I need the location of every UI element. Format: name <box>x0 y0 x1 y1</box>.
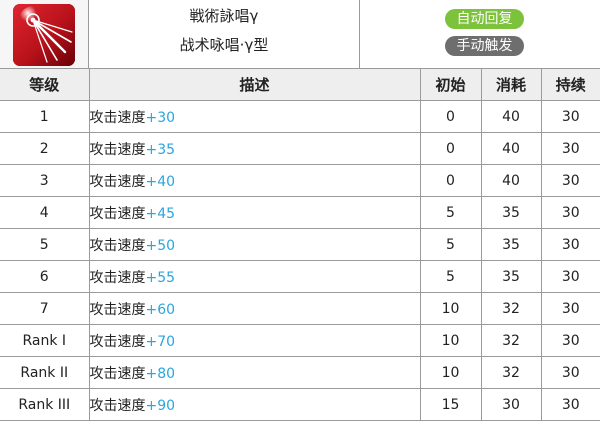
skill-icon-cell <box>0 0 89 68</box>
cost-cell: 32 <box>480 356 542 389</box>
description-cell: 攻击速度+60 <box>88 292 421 325</box>
table-row: 6 攻击速度+55 5 35 30 <box>0 260 600 293</box>
cost-cell: 35 <box>480 260 542 293</box>
initial-cell: 10 <box>419 324 482 357</box>
initial-cell: 5 <box>419 196 482 229</box>
initial-cell: 5 <box>419 228 482 261</box>
skill-name-cell: 戦術詠唱γ 战术咏唱·γ型 <box>89 0 360 68</box>
description-cell: 攻击速度+50 <box>88 228 421 261</box>
description-cell: 攻击速度+80 <box>88 356 421 389</box>
level-cell: Rank III <box>0 388 90 421</box>
skill-level-table: 等级 描述 初始 消耗 持续 1 攻击速度+30 0 40 30 2 攻击速度+… <box>0 68 600 421</box>
recovery-type-badge: 自动回复 <box>445 9 524 29</box>
table-header-row: 等级 描述 初始 消耗 持续 <box>0 68 600 101</box>
initial-cell: 5 <box>419 260 482 293</box>
duration-cell: 30 <box>540 388 600 421</box>
skill-name-cn: 战术咏唱·γ型 <box>179 36 269 54</box>
table-row: Rank III 攻击速度+90 15 30 30 <box>0 388 600 421</box>
cost-cell: 35 <box>480 228 542 261</box>
description-bonus: +80 <box>145 365 176 382</box>
level-cell: 6 <box>0 260 90 293</box>
table-row: 3 攻击速度+40 0 40 30 <box>0 164 600 197</box>
cost-cell: 30 <box>480 388 542 421</box>
table-row: 7 攻击速度+60 10 32 30 <box>0 292 600 325</box>
column-header-initial: 初始 <box>419 68 482 101</box>
table-row: 1 攻击速度+30 0 40 30 <box>0 100 600 133</box>
trigger-type-badge: 手动触发 <box>445 36 524 56</box>
level-cell: 4 <box>0 196 90 229</box>
duration-cell: 30 <box>540 196 600 229</box>
description-text: 攻击速度 <box>89 333 146 350</box>
description-text: 攻击速度 <box>89 269 146 286</box>
duration-cell: 30 <box>540 356 600 389</box>
duration-cell: 30 <box>540 132 600 165</box>
skill-name-jp: 戦術詠唱γ <box>189 7 259 25</box>
table-row: 2 攻击速度+35 0 40 30 <box>0 132 600 165</box>
table-row: 5 攻击速度+50 5 35 30 <box>0 228 600 261</box>
duration-cell: 30 <box>540 292 600 325</box>
description-bonus: +30 <box>145 109 176 126</box>
description-bonus: +90 <box>145 397 176 414</box>
description-cell: 攻击速度+45 <box>88 196 421 229</box>
description-cell: 攻击速度+30 <box>88 100 421 133</box>
level-cell: 2 <box>0 132 90 165</box>
description-cell: 攻击速度+90 <box>88 388 421 421</box>
description-text: 攻击速度 <box>89 237 146 254</box>
description-bonus: +40 <box>145 173 176 190</box>
table-row: Rank I 攻击速度+70 10 32 30 <box>0 324 600 357</box>
rifle-burst-icon <box>13 4 75 66</box>
level-cell: Rank II <box>0 356 90 389</box>
initial-cell: 0 <box>419 164 482 197</box>
level-cell: 7 <box>0 292 90 325</box>
description-text: 攻击速度 <box>89 365 146 382</box>
description-text: 攻击速度 <box>89 173 146 190</box>
duration-cell: 30 <box>540 228 600 261</box>
table-row: Rank II 攻击速度+80 10 32 30 <box>0 356 600 389</box>
column-header-duration: 持续 <box>540 68 600 101</box>
column-header-level: 等级 <box>0 68 90 101</box>
table-row: 4 攻击速度+45 5 35 30 <box>0 196 600 229</box>
initial-cell: 10 <box>419 292 482 325</box>
initial-cell: 15 <box>419 388 482 421</box>
description-text: 攻击速度 <box>89 109 146 126</box>
initial-cell: 0 <box>419 100 482 133</box>
description-text: 攻击速度 <box>89 205 146 222</box>
duration-cell: 30 <box>540 164 600 197</box>
description-bonus: +50 <box>145 237 176 254</box>
cost-cell: 40 <box>480 100 542 133</box>
description-text: 攻击速度 <box>89 397 146 414</box>
cost-cell: 35 <box>480 196 542 229</box>
level-cell: 1 <box>0 100 90 133</box>
cost-cell: 40 <box>480 132 542 165</box>
level-cell: 5 <box>0 228 90 261</box>
cost-cell: 32 <box>480 292 542 325</box>
description-bonus: +60 <box>145 301 176 318</box>
description-bonus: +70 <box>145 333 176 350</box>
description-text: 攻击速度 <box>89 301 146 318</box>
initial-cell: 10 <box>419 356 482 389</box>
skill-header: 戦術詠唱γ 战术咏唱·γ型 自动回复 手动触发 <box>0 0 600 68</box>
duration-cell: 30 <box>540 324 600 357</box>
description-bonus: +55 <box>145 269 176 286</box>
description-cell: 攻击速度+40 <box>88 164 421 197</box>
description-cell: 攻击速度+55 <box>88 260 421 293</box>
level-cell: Rank I <box>0 324 90 357</box>
level-cell: 3 <box>0 164 90 197</box>
description-cell: 攻击速度+35 <box>88 132 421 165</box>
duration-cell: 30 <box>540 260 600 293</box>
initial-cell: 0 <box>419 132 482 165</box>
description-cell: 攻击速度+70 <box>88 324 421 357</box>
duration-cell: 30 <box>540 100 600 133</box>
description-bonus: +35 <box>145 141 176 158</box>
column-header-cost: 消耗 <box>480 68 542 101</box>
description-bonus: +45 <box>145 205 176 222</box>
cost-cell: 40 <box>480 164 542 197</box>
cost-cell: 32 <box>480 324 542 357</box>
description-text: 攻击速度 <box>89 141 146 158</box>
column-header-description: 描述 <box>88 68 421 101</box>
